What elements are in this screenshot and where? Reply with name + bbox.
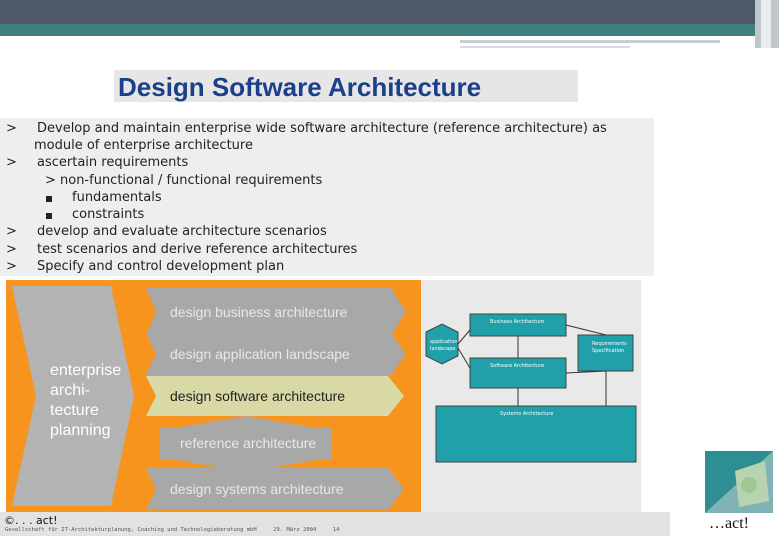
systems-architecture-label: Systems Architecture <box>500 411 553 417</box>
step-label-software: design software architecture <box>170 388 345 404</box>
bullet-marker: > <box>6 224 17 239</box>
footer-date: 29. März 2004 <box>273 527 317 533</box>
bullet-text: test scenarios and derive reference arch… <box>37 242 358 257</box>
bullet-marker: > <box>6 242 17 257</box>
header-bar <box>0 0 779 24</box>
bullet-text: ascertain requirements <box>37 155 189 170</box>
sub-bullet-text: constraints <box>72 207 145 222</box>
business-architecture-box <box>469 313 567 337</box>
header-rule <box>460 40 720 43</box>
bullet-marker: > <box>6 155 17 170</box>
square-bullet-icon <box>46 213 52 219</box>
footer-info: Gesellschaft für IT-Architekturplanung, … <box>5 527 339 533</box>
connector-line <box>457 347 471 369</box>
architecture-diagram: enterprise archi- tecture planning desig… <box>6 280 641 512</box>
bullet-text: Specify and control development plan <box>37 259 285 274</box>
requirements-label-2: Specification <box>592 348 624 354</box>
bullet-text-cont: module of enterprise architecture <box>34 138 253 153</box>
corner-decoration <box>755 0 779 48</box>
bullet-marker: > <box>6 259 17 274</box>
footer-company: Gesellschaft für IT-Architekturplanung, … <box>5 527 257 533</box>
diagram-svg: enterprise archi- tecture planning desig… <box>6 280 637 512</box>
requirements-label-1: Requirements <box>592 341 627 347</box>
slide-title: Design Software Architecture <box>118 72 482 102</box>
square-bullet-icon <box>46 196 52 202</box>
sub-bullet-text: fundamentals <box>72 190 162 205</box>
header-band <box>0 24 779 36</box>
sub-bullet-text: non-functional / functional requirements <box>60 173 323 188</box>
bullet-text: Develop and maintain enterprise wide sof… <box>37 121 607 136</box>
bullet-marker: > <box>6 121 17 136</box>
footer-page: 14 <box>332 527 340 533</box>
step-label-systems: design systems architecture <box>170 481 344 497</box>
bullet-text: develop and evaluate architecture scenar… <box>37 224 327 239</box>
sub-bullet-marker: > <box>45 173 56 188</box>
software-architecture-label: Software Architecture <box>490 363 544 369</box>
act-logo-text: …act! <box>709 515 749 531</box>
act-logo: …act! <box>705 451 773 532</box>
step-label-reference: reference architecture <box>180 435 316 451</box>
act-logo-icon: …act! <box>705 451 773 532</box>
copyright-text: ©. . . act! <box>4 514 58 527</box>
header-rule-short <box>460 46 630 48</box>
connector-line <box>457 329 471 345</box>
business-architecture-label: Business Architecture <box>490 319 544 325</box>
step-label-application: design application landscape <box>170 346 350 362</box>
step-label-business: design business architecture <box>170 304 348 320</box>
connector-line <box>565 324 607 336</box>
application-landscape-label-1: application <box>430 339 458 345</box>
application-landscape-label-2: landscape <box>430 346 455 352</box>
